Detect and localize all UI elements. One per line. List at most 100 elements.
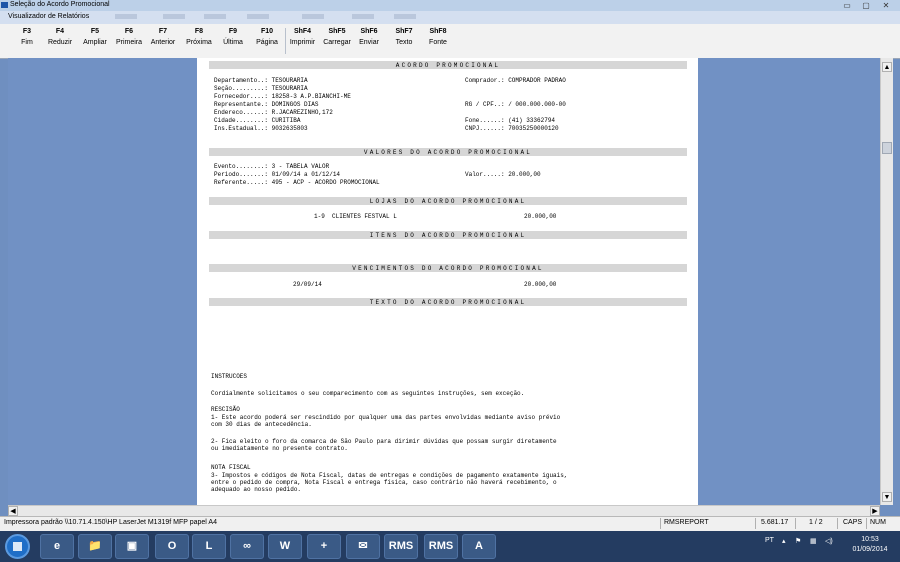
itens-band: ITENS DO ACORDO PROMOCIONAL bbox=[209, 231, 687, 239]
status-divider bbox=[866, 518, 867, 529]
rescisao-clause-2: 2- Fica eleito o foro da comarca de São … bbox=[211, 438, 557, 452]
status-divider bbox=[755, 518, 756, 529]
scroll-thumb[interactable] bbox=[882, 142, 892, 154]
taskbar-app-icon[interactable]: ✉ bbox=[346, 534, 380, 559]
key-label: F5 bbox=[90, 28, 100, 35]
report-header-band: ACORDO PROMOCIONAL bbox=[209, 61, 687, 69]
taskbar-app-icon[interactable]: ▣ bbox=[115, 534, 149, 559]
toolbar-button-proxima[interactable]: F8 Próxima bbox=[181, 26, 217, 56]
button-label: Texto bbox=[395, 39, 413, 46]
taskbar-app-icon[interactable]: + bbox=[307, 534, 341, 559]
vertical-scrollbar[interactable]: ▲ ▼ bbox=[880, 58, 893, 505]
tray-volume-icon[interactable]: ◁) bbox=[825, 537, 833, 545]
field-comprador: Comprador.: COMPRADOR PADRAO bbox=[465, 77, 566, 84]
tray-flag-icon[interactable]: ⚑ bbox=[795, 537, 801, 545]
windows-logo-icon bbox=[13, 542, 22, 551]
taskbar-outlook-icon[interactable]: O bbox=[155, 534, 189, 559]
rescisao-clause-1: 1- Este acordo poderá ser rescindido por… bbox=[211, 414, 561, 428]
taskbar-ie-icon[interactable]: e bbox=[40, 534, 74, 559]
button-label: Carregar bbox=[323, 39, 351, 46]
report-viewport[interactable]: ACORDO PROMOCIONAL Departamento..: TESOU… bbox=[8, 58, 891, 505]
menu-hint bbox=[352, 14, 374, 19]
toolbar-button-imprimir[interactable]: ShF4 Imprimir bbox=[285, 26, 320, 56]
taskbar-lync-icon[interactable]: L bbox=[192, 534, 226, 559]
key-label: F4 bbox=[55, 28, 65, 35]
nota-fiscal-title: NOTA FISCAL bbox=[211, 464, 251, 471]
loja-line: 1-9 CLIENTES FESTVAL L bbox=[314, 213, 397, 220]
taskbar-word-icon[interactable]: W bbox=[268, 534, 302, 559]
toolbar-button-pagina[interactable]: F10 Página bbox=[251, 26, 283, 56]
status-divider bbox=[837, 518, 838, 529]
key-label: ShF6 bbox=[360, 28, 378, 35]
toolbar-button-primeira[interactable]: F6 Primeira bbox=[112, 26, 146, 56]
menu-hint bbox=[115, 14, 137, 19]
menu-hint bbox=[247, 14, 269, 19]
status-bar: Impressora padrão \\10.71.4.150\HP Laser… bbox=[0, 516, 900, 531]
lojas-band: LOJAS DO ACORDO PROMOCIONAL bbox=[209, 197, 687, 205]
clock-time: 10:53 bbox=[861, 536, 879, 543]
start-button[interactable] bbox=[5, 534, 30, 559]
taskbar-acrobat-icon[interactable]: A bbox=[462, 534, 496, 559]
toolbar-button-carregar[interactable]: ShF5 Carregar bbox=[320, 26, 354, 56]
rescisao-title: RESCISÃO bbox=[211, 406, 240, 413]
taskbar-explorer-icon[interactable]: 📁 bbox=[78, 534, 112, 559]
viewer-titlebar: Visualizador de Relatórios bbox=[0, 11, 900, 24]
vencimento-data: 29/09/14 bbox=[293, 281, 322, 288]
key-label: F3 bbox=[22, 28, 32, 35]
taskbar-rms-icon[interactable]: RMS bbox=[384, 534, 418, 559]
key-label: F9 bbox=[228, 28, 238, 35]
vencimentos-band: VENCIMENTOS DO ACORDO PROMOCIONAL bbox=[209, 264, 687, 272]
key-label: F8 bbox=[194, 28, 204, 35]
menu-hint bbox=[204, 14, 226, 19]
key-label: ShF8 bbox=[429, 28, 447, 35]
button-label: Última bbox=[223, 39, 243, 46]
loja-valor: 20.000,00 bbox=[524, 213, 557, 220]
field-secao: Seção.........: TESOURARIA bbox=[214, 85, 308, 92]
toolbar-button-ampliar[interactable]: F5 Ampliar bbox=[78, 26, 112, 56]
scroll-left-icon[interactable]: ◀ bbox=[8, 506, 18, 516]
button-label: Imprimir bbox=[289, 39, 316, 46]
field-cidade: Cidade........: CURITIBA bbox=[214, 117, 301, 124]
taskbar-app-icon[interactable]: ∞ bbox=[230, 534, 264, 559]
band-title: VALORES DO ACORDO PROMOCIONAL bbox=[363, 149, 533, 156]
field-fone: Fone......: (41) 33362794 bbox=[465, 117, 556, 124]
button-label: Próxima bbox=[186, 39, 212, 46]
report-name: RMSREPORT bbox=[664, 519, 709, 526]
tray-network-icon[interactable]: ▦ bbox=[810, 537, 817, 545]
key-label: F6 bbox=[124, 28, 134, 35]
band-title: LOJAS DO ACORDO PROMOCIONAL bbox=[369, 198, 527, 205]
key-label: ShF7 bbox=[395, 28, 413, 35]
horizontal-scrollbar[interactable]: ◀ ▶ bbox=[8, 505, 880, 516]
band-title: TEXTO DO ACORDO PROMOCIONAL bbox=[369, 299, 527, 306]
taskbar-clock[interactable]: 10:53 01/09/2014 bbox=[848, 535, 892, 555]
maximize-button[interactable]: ▢ bbox=[857, 0, 875, 11]
scroll-right-icon[interactable]: ▶ bbox=[870, 506, 880, 516]
toolbar-button-fim[interactable]: F3 Fim bbox=[12, 26, 42, 56]
toolbar-button-texto[interactable]: ShF7 Texto bbox=[388, 26, 420, 56]
band-title: ITENS DO ACORDO PROMOCIONAL bbox=[369, 232, 527, 239]
toolbar-button-anterior[interactable]: F7 Anterior bbox=[146, 26, 180, 56]
app-icon bbox=[1, 2, 8, 8]
caps-indicator: CAPS bbox=[843, 519, 863, 526]
field-valor: Valor.....: 20.000,00 bbox=[465, 171, 541, 178]
button-label: Enviar bbox=[359, 39, 379, 46]
field-evento: Evento........: 3 - TABELA VALOR bbox=[214, 163, 330, 170]
toolbar-button-fonte[interactable]: ShF8 Fonte bbox=[422, 26, 454, 56]
close-button[interactable]: ✕ bbox=[877, 0, 895, 11]
toolbar-button-reduzir[interactable]: F4 Reduzir bbox=[44, 26, 76, 56]
field-cnpj: CNPJ......: 70035250000120 bbox=[465, 125, 559, 132]
minimize-button[interactable]: ▭ bbox=[838, 0, 856, 11]
language-indicator[interactable]: PT bbox=[765, 537, 774, 544]
toolbar-button-ultima[interactable]: F9 Última bbox=[218, 26, 248, 56]
instrucoes-title: INSTRUCOES bbox=[211, 373, 248, 380]
button-label: Ampliar bbox=[83, 39, 107, 46]
taskbar-rms-icon[interactable]: RMS bbox=[424, 534, 458, 559]
band-title: VENCIMENTOS DO ACORDO PROMOCIONAL bbox=[352, 265, 544, 272]
tray-chevron-icon[interactable]: ▴ bbox=[782, 537, 786, 545]
key-label: F10 bbox=[260, 28, 274, 35]
band-title: ACORDO PROMOCIONAL bbox=[395, 62, 501, 69]
toolbar-button-enviar[interactable]: ShF6 Enviar bbox=[354, 26, 384, 56]
scroll-down-icon[interactable]: ▼ bbox=[882, 492, 892, 502]
menu-hint bbox=[394, 14, 416, 19]
scroll-up-icon[interactable]: ▲ bbox=[882, 62, 892, 72]
